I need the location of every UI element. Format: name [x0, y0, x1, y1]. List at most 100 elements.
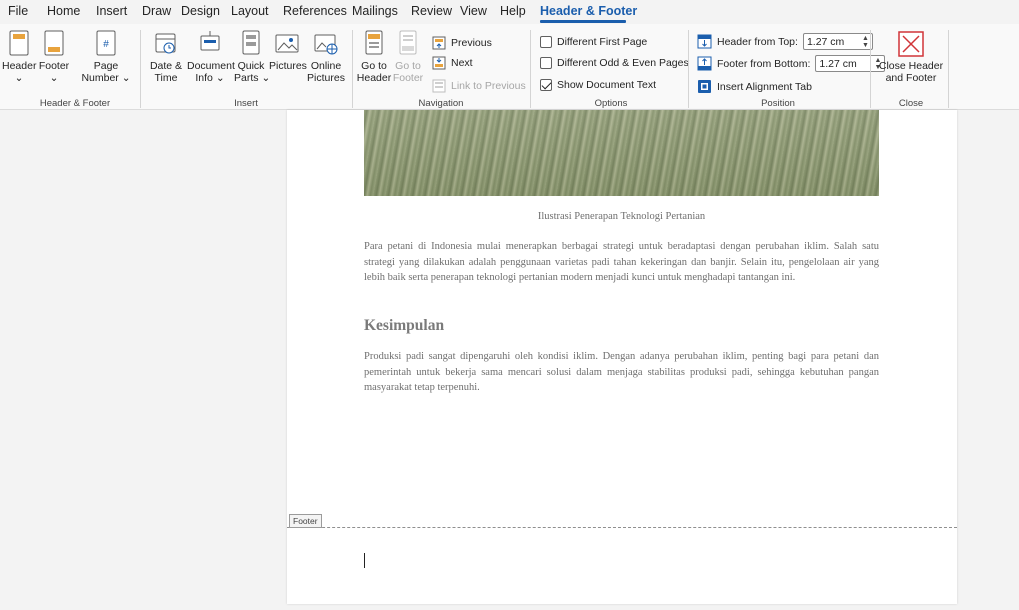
online-pictures-button[interactable]: Online Pictures: [306, 30, 346, 84]
previous-button[interactable]: Previous: [432, 36, 492, 50]
time-label: Time: [154, 72, 178, 84]
go-to-footer-icon: [399, 30, 417, 55]
quick-label: Quick: [237, 60, 265, 72]
header-from-top-spinner[interactable]: 1.27 cm ▲ ▼: [802, 33, 873, 50]
checkbox-box[interactable]: [540, 36, 552, 48]
document-label: Document: [187, 60, 235, 72]
tab-draw[interactable]: Draw: [142, 4, 171, 18]
parts-label: Parts: [234, 72, 259, 84]
tab-references[interactable]: References: [283, 4, 347, 18]
tab-insert[interactable]: Insert: [96, 4, 127, 18]
tab-header-footer[interactable]: Header & Footer: [540, 4, 637, 18]
image-caption: Ilustrasi Penerapan Teknologi Pertanian: [537, 211, 706, 222]
previous-icon: [432, 36, 446, 50]
chevron-down-icon: ⌄: [121, 72, 131, 84]
link-to-previous-label: Link to Previous: [451, 80, 526, 92]
next-icon: [432, 56, 446, 70]
go-to-header-button[interactable]: Go to Header: [356, 30, 392, 84]
close-icon: [898, 31, 924, 57]
online-pictures-icon: [314, 34, 338, 55]
svg-text:#: #: [103, 39, 109, 50]
insert-alignment-tab-button[interactable]: Insert Alignment Tab: [697, 79, 812, 94]
online-pictures-label: Pictures: [307, 72, 345, 84]
group-label-insert: Insert: [234, 98, 258, 109]
group-label-close: Close: [898, 98, 924, 109]
page-number-button[interactable]: # Page Number ⌄: [74, 30, 138, 84]
quick-parts-icon: [242, 30, 260, 55]
tab-layout[interactable]: Layout: [231, 4, 269, 18]
header-from-top-control: Header from Top: 1.27 cm ▲ ▼: [697, 33, 873, 50]
chevron-down-icon: ⌄: [215, 72, 225, 84]
close-header-footer-button[interactable]: Close Header and Footer: [876, 30, 946, 84]
document-info-button[interactable]: Document Info ⌄: [187, 30, 235, 84]
number-label: Number: [81, 72, 119, 84]
footer-label: Footer: [38, 60, 70, 72]
goto-footer-label-2: Footer: [392, 72, 424, 84]
footer-from-bottom-value[interactable]: 1.27 cm: [819, 58, 856, 70]
footer-from-bottom-label: Footer from Bottom:: [717, 57, 811, 70]
group-label-position: Position: [761, 98, 795, 109]
next-button[interactable]: Next: [432, 56, 473, 70]
pictures-button[interactable]: Pictures: [269, 30, 307, 72]
goto-header-label-1: Go to: [361, 60, 387, 72]
go-to-header-icon: [365, 30, 383, 55]
group-label-header-footer: Header & Footer: [39, 98, 111, 109]
chevron-down-icon: ⌄: [49, 72, 59, 84]
close-label-2: and Footer: [885, 72, 937, 84]
page-number-icon: #: [96, 30, 116, 56]
go-to-footer-button[interactable]: Go to Footer: [392, 30, 424, 84]
checkbox-box[interactable]: [540, 57, 552, 69]
tab-mailings[interactable]: Mailings: [352, 4, 398, 18]
document-info-icon: [200, 31, 220, 51]
link-to-previous-button[interactable]: Link to Previous: [432, 79, 526, 93]
footer-from-bottom-control: Footer from Bottom: 1.27 cm ▲ ▼: [697, 55, 886, 72]
footer-from-bottom-spinner[interactable]: 1.27 cm ▲ ▼: [815, 55, 886, 72]
group-label-navigation: Navigation: [418, 98, 464, 109]
tab-help[interactable]: Help: [500, 4, 526, 18]
date-time-button[interactable]: Date & Time: [146, 30, 186, 84]
group-divider: [948, 30, 949, 108]
show-document-text-checkbox[interactable]: Show Document Text: [540, 79, 656, 91]
tab-view[interactable]: View: [460, 4, 487, 18]
header-from-top-label: Header from Top:: [717, 35, 798, 48]
goto-header-label-2: Header: [356, 72, 392, 84]
conclusion-paragraph[interactable]: Produksi padi sangat dipengaruhi oleh ko…: [364, 349, 879, 396]
tab-file[interactable]: File: [8, 4, 28, 18]
group-divider: [530, 30, 531, 108]
different-odd-even-checkbox[interactable]: Different Odd & Even Pages: [540, 57, 689, 69]
calendar-clock-icon: [155, 33, 176, 54]
section-heading[interactable]: Kesimpulan: [364, 317, 444, 335]
menu-bar: File Home Insert Draw Design Layout Refe…: [0, 0, 1019, 23]
different-first-page-checkbox[interactable]: Different First Page: [540, 36, 647, 48]
different-odd-even-label: Different Odd & Even Pages: [557, 57, 689, 69]
goto-footer-label-1: Go to: [395, 60, 421, 72]
body-paragraph[interactable]: Para petani di Indonesia mulai menerapka…: [364, 239, 879, 286]
chevron-down-icon: ⌄: [261, 72, 271, 84]
online-label: Online: [310, 60, 342, 72]
ribbon: Header ⌄ Footer ⌄ # Page Number ⌄ Header & …: [0, 24, 1019, 110]
header-button[interactable]: Header ⌄: [2, 30, 36, 84]
pictures-label: Pictures: [269, 60, 307, 72]
footer-boundary-line: [287, 527, 957, 528]
footer-button[interactable]: Footer ⌄: [36, 30, 72, 84]
document-page[interactable]: Ilustrasi Penerapan Teknologi Pertanian …: [287, 110, 957, 604]
close-label-1: Close Header: [878, 60, 944, 72]
header-from-top-value[interactable]: 1.27 cm: [807, 36, 844, 48]
footer-icon: [44, 30, 64, 56]
tab-home[interactable]: Home: [47, 4, 80, 18]
checkbox-box[interactable]: [540, 79, 552, 91]
link-icon: [432, 79, 446, 93]
tab-design[interactable]: Design: [181, 4, 220, 18]
previous-label: Previous: [451, 37, 492, 49]
chevron-down-icon: ⌄: [14, 72, 24, 84]
header-position-icon: [697, 34, 712, 49]
insert-alignment-tab-label: Insert Alignment Tab: [717, 80, 812, 93]
show-document-text-label: Show Document Text: [557, 79, 657, 91]
tab-review[interactable]: Review: [411, 4, 452, 18]
quick-parts-button[interactable]: Quick Parts ⌄: [234, 30, 271, 84]
group-label-options: Options: [594, 98, 628, 109]
rice-field-image: [364, 110, 879, 196]
info-label: Info: [195, 72, 213, 84]
header-label: Header: [2, 60, 37, 72]
group-divider: [870, 30, 871, 108]
